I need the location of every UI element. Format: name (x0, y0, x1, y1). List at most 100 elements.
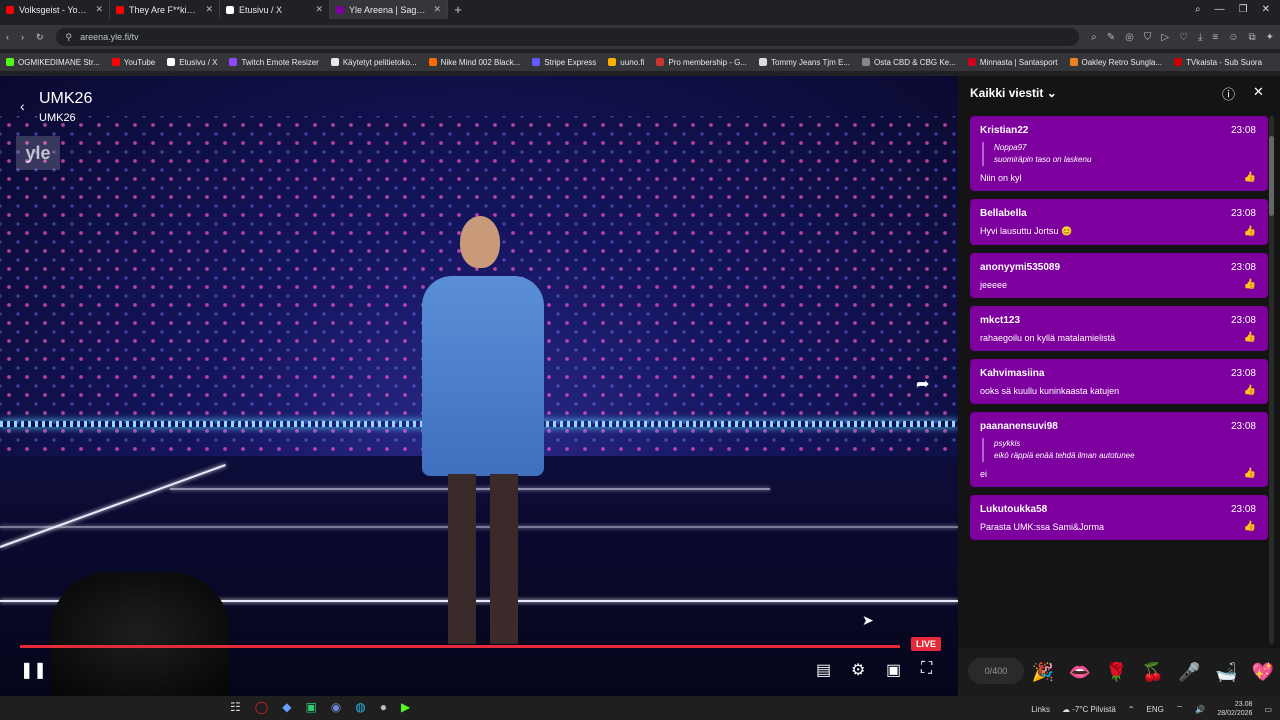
search-tabs-icon[interactable]: ⌕ (1195, 4, 1201, 15)
network-icon[interactable]: ⌔ (1176, 704, 1184, 714)
forward-icon[interactable]: › (21, 32, 24, 42)
subtitles-icon[interactable]: ▤ (816, 660, 831, 680)
browser-tab[interactable]: Etusivu / X ✕ (220, 0, 330, 19)
task-view-icon[interactable]: ☷ (230, 700, 241, 714)
new-tab-button[interactable]: + (448, 2, 468, 17)
edge-icon[interactable]: ◍ (355, 700, 365, 714)
menu-icon[interactable]: ≡ (1212, 32, 1218, 43)
bookmark-item[interactable]: Stripe Express (532, 58, 596, 67)
pip-icon[interactable]: ▣ (886, 660, 901, 680)
app-icon[interactable]: ◆ (282, 700, 291, 714)
reaction-bathtub-icon[interactable]: 🛁 (1213, 662, 1239, 683)
volume-icon[interactable]: 🔊 (1195, 705, 1205, 714)
message-text: Parasta UMK:ssa Sami&Jorma (980, 522, 1105, 532)
reaction-rose-icon[interactable]: 🌹 (1103, 662, 1129, 683)
like-icon[interactable]: 👍 (1244, 385, 1256, 396)
play-icon[interactable]: ▷ (1161, 32, 1169, 43)
bookmark-item[interactable]: TVkaista - Sub Suora (1173, 58, 1262, 67)
favorite-icon[interactable]: ♡ (1179, 32, 1188, 43)
bookmark-item[interactable]: OGMIKEDIMANE Str... (6, 58, 100, 67)
close-tab-icon[interactable]: ✕ (433, 4, 441, 15)
chevron-left-icon[interactable]: ‹ (20, 98, 25, 114)
close-icon[interactable]: ✕ (1253, 84, 1264, 100)
message-username[interactable]: Lukutoukka58 (980, 504, 1258, 515)
message-char-counter[interactable]: 0/400 (968, 658, 1024, 684)
like-icon[interactable]: 👍 (1244, 226, 1256, 237)
minimize-icon[interactable]: — (1215, 4, 1225, 15)
close-window-icon[interactable]: ✕ (1262, 4, 1270, 15)
like-icon[interactable]: 👍 (1244, 521, 1256, 532)
live-badge[interactable]: LIVE (911, 637, 942, 651)
profile-icon[interactable]: ☺ (1228, 32, 1238, 43)
reaction-heart-icon[interactable]: 💖 (1250, 662, 1276, 683)
bookmark-item[interactable]: YouTube (111, 58, 155, 67)
bookmark-item[interactable]: Nike Mind 002 Black... (428, 58, 520, 67)
message-username[interactable]: Kristian22 (980, 125, 1258, 136)
reaction-cherry-icon[interactable]: 🍒 (1140, 662, 1166, 683)
site-info-icon[interactable]: ⚲ (66, 32, 73, 43)
app-green-icon[interactable]: ▣ (305, 700, 316, 714)
share-icon[interactable]: ➦ (916, 374, 929, 394)
chat-scrollbar[interactable] (1269, 116, 1274, 644)
settings-icon[interactable]: ⚙ (851, 660, 865, 680)
close-tab-icon[interactable]: ✕ (95, 4, 103, 15)
mouse-cursor-icon: ➤ (862, 612, 874, 628)
kick-app-icon[interactable]: ▶ (401, 700, 410, 714)
ai-icon[interactable]: ✦ (1266, 32, 1274, 43)
browser-tab-active[interactable]: Yle Areena | Sagat: Po ✕ (330, 0, 448, 19)
message-username[interactable]: Kahvimasiina (980, 368, 1258, 379)
like-icon[interactable]: 👍 (1244, 172, 1256, 183)
message-username[interactable]: anonyymi535089 (980, 262, 1258, 273)
opera-icon[interactable]: ◯ (255, 700, 268, 714)
adblock-icon[interactable]: ⛉ (1144, 32, 1152, 43)
message-username[interactable]: mkct123 (980, 315, 1258, 326)
message-username[interactable]: paananensuvi98 (980, 421, 1258, 432)
info-icon[interactable]: ⓘ (1222, 84, 1235, 103)
reload-icon[interactable]: ↻ (36, 32, 44, 43)
extension-icon[interactable]: ⧉ (1248, 32, 1255, 43)
weather-widget[interactable]: ☁ -7°C Pilvistä (1062, 705, 1116, 714)
url-field[interactable]: ⚲ areena.yle.fi/tv (55, 28, 1080, 46)
reaction-taka-icon[interactable]: 🎉 (1030, 662, 1056, 683)
like-icon[interactable]: 👍 (1244, 468, 1256, 479)
notifications-icon[interactable]: ▭ (1264, 705, 1272, 714)
close-tab-icon[interactable]: ✕ (205, 4, 213, 15)
bookmark-item[interactable]: Minnasta | Santasport (967, 58, 1058, 67)
app-grey-icon[interactable]: ● (380, 700, 387, 714)
reaction-lips-icon[interactable]: 👄 (1067, 662, 1093, 683)
reaction-microphone-icon[interactable]: 🎤 (1177, 662, 1203, 683)
links-toolbar[interactable]: Links (1031, 705, 1050, 714)
clock[interactable]: 23.08 28/02/2026 (1217, 700, 1252, 718)
bookmark-item[interactable]: Tommy Jeans Tjm E... (759, 58, 850, 67)
zoom-icon[interactable]: ⌕ (1091, 32, 1097, 43)
language-indicator[interactable]: ENG (1147, 705, 1164, 714)
like-icon[interactable]: 👍 (1244, 332, 1256, 343)
bookmark-item[interactable]: uuno.fi (608, 58, 644, 67)
bookmark-item[interactable]: Pro membership - G... (656, 58, 747, 67)
scrollbar-thumb[interactable] (1269, 136, 1274, 216)
chat-filter-dropdown[interactable]: Kaikki viestit ⌄ (970, 86, 1057, 100)
pause-icon[interactable]: ❚❚ (20, 660, 47, 680)
bookmark-item[interactable]: Etusivu / X (167, 58, 217, 67)
fullscreen-icon[interactable]: ⛶ (921, 660, 932, 678)
browser-tab[interactable]: Volksgeist - YouTube ✕ (0, 0, 110, 19)
screenshot-icon[interactable]: ◎ (1125, 32, 1134, 43)
bookmark-item[interactable]: Osta CBD & CBG Ke... (862, 58, 956, 67)
like-icon[interactable]: 👍 (1244, 279, 1256, 290)
edit-icon[interactable]: ✎ (1107, 32, 1115, 43)
video-player[interactable]: ‹ UMK26 UMK26 yle ➦ ➤ LIVE ❚❚ ▤ ⚙ ▣ ⛶ (0, 76, 958, 696)
bookmark-item[interactable]: Oakley Retro Sungla... (1069, 58, 1162, 67)
discord-icon[interactable]: ◉ (331, 700, 341, 714)
bookmark-item[interactable]: Käytetyt pelitietoko... (330, 58, 417, 67)
back-icon[interactable]: ‹ (6, 32, 9, 42)
bookmark-item[interactable]: Twitch Emote Resizer (229, 58, 319, 67)
message-time: 23:08 (1230, 421, 1256, 432)
message-username[interactable]: Bellabella (980, 208, 1258, 219)
close-tab-icon[interactable]: ✕ (315, 4, 323, 15)
tray-chevron-icon[interactable]: ⌃ (1128, 705, 1135, 714)
maximize-icon[interactable]: ❐ (1239, 4, 1248, 15)
download-icon[interactable]: ⤓ (1198, 32, 1202, 43)
progress-bar[interactable] (20, 645, 900, 648)
browser-tab[interactable]: They Are F**king Panickin ✕ (110, 0, 220, 19)
chat-message-list[interactable]: Kristian22 23:08 Noppa97 suomiräpin taso… (970, 116, 1268, 644)
